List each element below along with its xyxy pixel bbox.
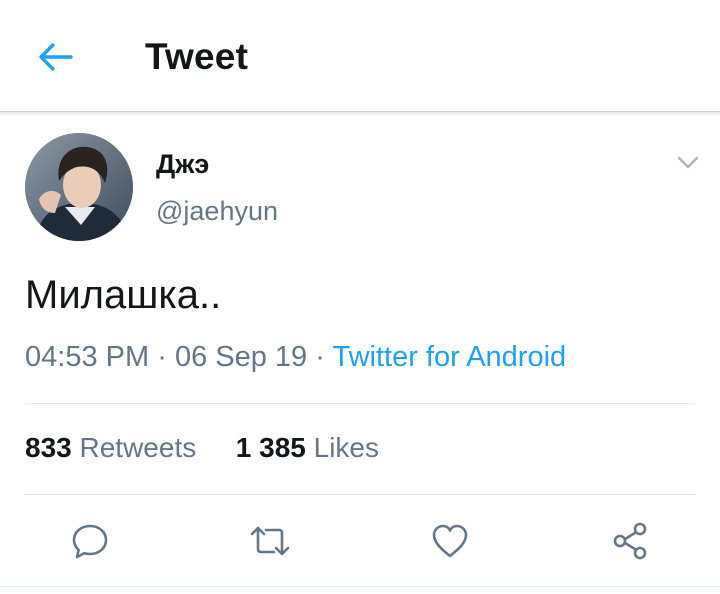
- retweets-stat[interactable]: 833 Retweets: [25, 432, 196, 464]
- avatar[interactable]: [25, 133, 133, 241]
- tweet-stats: 833 Retweets 1 385 Likes: [25, 432, 379, 464]
- chevron-down-icon: [677, 156, 699, 169]
- avatar-photo: [25, 133, 133, 241]
- meta-separator: ·: [315, 341, 325, 373]
- page-title: Tweet: [145, 36, 249, 77]
- retweet-button[interactable]: [247, 518, 293, 564]
- back-button[interactable]: [30, 34, 82, 80]
- arrow-left-icon: [39, 43, 73, 71]
- meta-separator: ·: [157, 341, 167, 373]
- speech-bubble-icon: [72, 524, 108, 559]
- share-nodes-icon: [613, 522, 647, 560]
- author-display-name[interactable]: Джэ: [156, 149, 209, 180]
- like-button[interactable]: [427, 518, 473, 564]
- share-button[interactable]: [607, 518, 653, 564]
- likes-stat[interactable]: 1 385 Likes: [236, 432, 379, 464]
- tweet-source-link[interactable]: Twitter for Android: [332, 341, 566, 373]
- more-options-button[interactable]: [670, 148, 706, 178]
- reply-button[interactable]: [67, 518, 113, 564]
- retweets-label: Retweets: [79, 432, 197, 463]
- likes-label: Likes: [313, 432, 380, 463]
- bottom-divider: [0, 586, 720, 587]
- top-app-bar: Tweet: [0, 0, 720, 112]
- divider: [25, 494, 695, 495]
- divider: [25, 403, 695, 404]
- retweets-count: 833: [25, 432, 72, 463]
- retweet-arrows-icon: [250, 526, 290, 556]
- author-handle[interactable]: @jaehyun: [156, 196, 278, 227]
- tweet-text: Милашка..: [25, 273, 222, 317]
- heart-icon: [432, 524, 468, 558]
- tweet-metadata: 04:53 PM · 06 Sep 19 · Twitter for Andro…: [25, 341, 566, 374]
- tweet-date: 06 Sep 19: [174, 341, 308, 373]
- likes-count: 1 385: [235, 432, 306, 463]
- tweet-time: 04:53 PM: [25, 341, 150, 373]
